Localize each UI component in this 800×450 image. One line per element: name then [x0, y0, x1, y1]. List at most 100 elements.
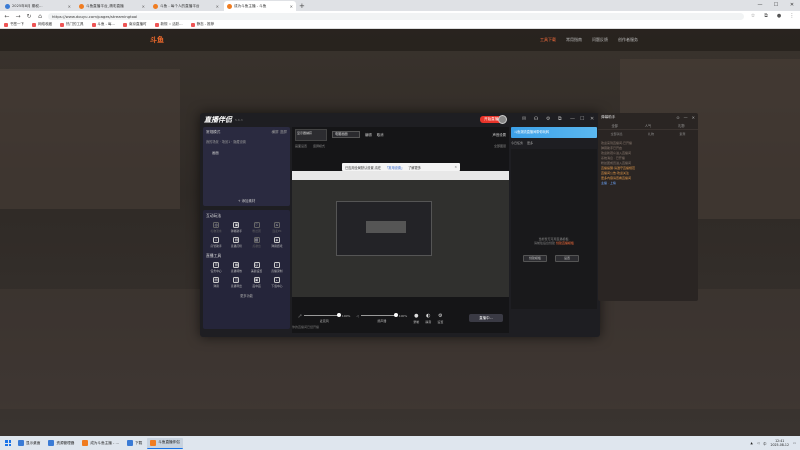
mute-button[interactable]: ◐ 静音	[425, 313, 431, 324]
maximize-icon[interactable]: ☐	[768, 0, 784, 11]
tool-item[interactable]: ▥ 点歌台	[247, 237, 267, 248]
home-icon[interactable]: ⌂	[37, 13, 43, 20]
site-logo[interactable]: 斗鱼	[150, 35, 164, 45]
record-button[interactable]: ● 录制	[413, 313, 419, 324]
tasks-tab[interactable]: 今日任务	[511, 141, 523, 145]
taskbar-item[interactable]: 资源管理器	[45, 438, 77, 449]
scene-mode-select[interactable]: 常规模式	[206, 130, 220, 135]
preview-setting[interactable]: 画面设置	[295, 144, 307, 148]
side-tab[interactable]: 全部	[611, 123, 617, 128]
create-template-link[interactable]: 创建直播模板	[556, 241, 574, 245]
tool-item[interactable]: ▤ 直播打榜	[226, 237, 246, 248]
bookmark-item[interactable]: 网络收藏	[32, 22, 52, 27]
new-tab-button[interactable]: +	[296, 1, 308, 11]
bookmark-item[interactable]: 斗鱼 - 每…	[91, 22, 115, 27]
tool-item[interactable]: ◫ 直播导出	[226, 277, 246, 288]
tab-close-icon[interactable]: ✕	[216, 4, 219, 9]
reload-icon[interactable]: ↻	[26, 13, 32, 20]
bookmark-item[interactable]: 热门的工具	[60, 22, 84, 27]
tool-item[interactable]: ♡ 粉丝团	[247, 222, 267, 233]
promo-banner[interactable]: 斗鱼潮流直播间带你玩转	[511, 127, 597, 138]
url-input[interactable]: https://www.douyu.com/pages/streamingtoo…	[48, 12, 744, 20]
browser-tab[interactable]: 斗鱼 - 每个人的直播平台 ✕	[150, 1, 222, 11]
source-thumbnail[interactable]: 显示器捕获	[295, 128, 327, 141]
mic-slider[interactable]: 🎤︎ 100% 麦克风	[298, 313, 350, 323]
site-nav-item[interactable]: 问题反馈	[592, 37, 608, 43]
side-subtab[interactable]: 贵宾	[679, 132, 685, 136]
tool-item[interactable]: ⚔ 连麦PK	[267, 222, 287, 233]
tab-close-icon[interactable]: ✕	[142, 4, 145, 9]
star-icon[interactable]: ☆	[749, 13, 757, 19]
headset-icon[interactable]: ☊	[534, 116, 538, 122]
extensions-icon[interactable]: ⧉	[762, 13, 770, 19]
taskbar-item[interactable]: 成为斗鱼主播 - …	[79, 438, 122, 449]
site-nav-item[interactable]: 创作者服务	[618, 37, 638, 43]
tool-item[interactable]: ☰ 任务中心	[206, 262, 226, 273]
landscape-toggle[interactable]: 横屏	[271, 130, 278, 134]
pin-icon[interactable]: ⊙	[676, 115, 679, 120]
side-subtab[interactable]: 全部消息	[611, 132, 623, 136]
bookmark-item[interactable]: 南京直播时	[123, 22, 147, 27]
cancel-button[interactable]: 取消	[377, 132, 384, 137]
tool-item[interactable]: ◎ 礼物流水	[206, 222, 226, 233]
edit-button[interactable]: 编辑	[365, 132, 372, 137]
tool-item[interactable]: ▣ 画中画	[247, 277, 267, 288]
more-tools-link[interactable]: 更多功能	[206, 293, 287, 298]
scene-item[interactable]: 画面	[212, 150, 287, 155]
tool-item[interactable]: ⇩ 直播录制	[267, 262, 287, 273]
toast-tail[interactable]: 了解更多	[408, 165, 421, 170]
add-source-button[interactable]: + 添加素材	[203, 198, 290, 203]
browser-tab[interactable]: 斗鱼直播平台_精彩直播 ✕	[76, 1, 148, 11]
avatar[interactable]	[498, 115, 507, 124]
close-icon[interactable]: ✕	[784, 0, 800, 11]
close-icon[interactable]: ✕	[692, 115, 695, 120]
source-name-input[interactable]: 电脑画面	[332, 131, 360, 138]
layers-toggle[interactable]: 全部图层	[494, 144, 506, 148]
live-preview[interactable]	[292, 171, 509, 297]
taskbar-item[interactable]: 显示桌面	[15, 438, 43, 449]
toast-close-icon[interactable]: ×	[454, 165, 457, 169]
more-tab[interactable]: 更多	[527, 141, 533, 145]
notification-icon[interactable]: ▭	[793, 441, 796, 445]
menu-icon[interactable]: ⋮	[788, 13, 796, 19]
site-nav-item[interactable]: 工具下载	[540, 37, 556, 43]
template-settings-button[interactable]: 设置	[555, 255, 579, 262]
close-icon[interactable]: ✕	[590, 116, 594, 122]
portrait-toggle[interactable]: 竖屏	[280, 130, 287, 134]
minimize-icon[interactable]: —	[752, 0, 768, 11]
back-icon[interactable]: ←	[4, 13, 10, 20]
site-nav-item[interactable]: 常用指南	[566, 37, 582, 43]
tool-item[interactable]: ⇩ 房管助手	[206, 237, 226, 248]
browser-tab[interactable]: 成为斗鱼主播 - 斗鱼 ✕	[224, 1, 296, 11]
ime-indicator[interactable]: 中	[763, 441, 766, 446]
tool-item[interactable]: ▤ 弹幕	[206, 277, 226, 288]
start-button[interactable]	[3, 438, 13, 448]
side-tab[interactable]: 礼物	[678, 123, 684, 128]
portrait-mode[interactable]: 竖屏模式	[313, 144, 325, 148]
bookmark-item[interactable]: 静态 - 推荐	[190, 22, 214, 27]
window-icon[interactable]: ⧉	[558, 116, 562, 122]
volume-icon[interactable]: ◁	[757, 441, 759, 445]
tab-close-icon[interactable]: ✕	[68, 4, 71, 9]
settings-button[interactable]: ⚙ 设置	[437, 313, 443, 324]
side-tab[interactable]: 人气	[645, 123, 651, 128]
audio-settings-link[interactable]: 声音设置	[492, 132, 506, 137]
speaker-slider[interactable]: ◁ 100% 扬声器	[356, 313, 407, 323]
live-status-button[interactable]: 直播中...	[469, 314, 503, 322]
minimize-icon[interactable]: —	[684, 115, 688, 120]
minimize-icon[interactable]: —	[570, 116, 575, 122]
network-icon[interactable]: ▲	[750, 441, 752, 445]
side-subtab[interactable]: 礼物	[648, 132, 654, 136]
taskbar-item[interactable]: 斗鱼直播伴侣	[147, 437, 183, 449]
tool-item[interactable]: ☺ 美颜设置	[247, 262, 267, 273]
bookmark-item[interactable]: 新规 :: 活跃…	[154, 22, 183, 27]
tool-item[interactable]: ⇣ 下载中心	[267, 277, 287, 288]
settings-icon[interactable]: ⚙	[546, 116, 550, 122]
create-template-button[interactable]: 创建模板	[523, 255, 547, 262]
tool-item[interactable]: ▣ 弹幕助手	[226, 222, 246, 233]
tool-item[interactable]: ▦ 直播特效	[226, 262, 246, 273]
browser-tab[interactable]: 2025年8月 期权… ✕	[2, 1, 74, 11]
maximize-icon[interactable]: ☐	[580, 116, 584, 122]
message-icon[interactable]: ✉	[522, 116, 526, 122]
taskbar-item[interactable]: 下载	[124, 438, 145, 449]
